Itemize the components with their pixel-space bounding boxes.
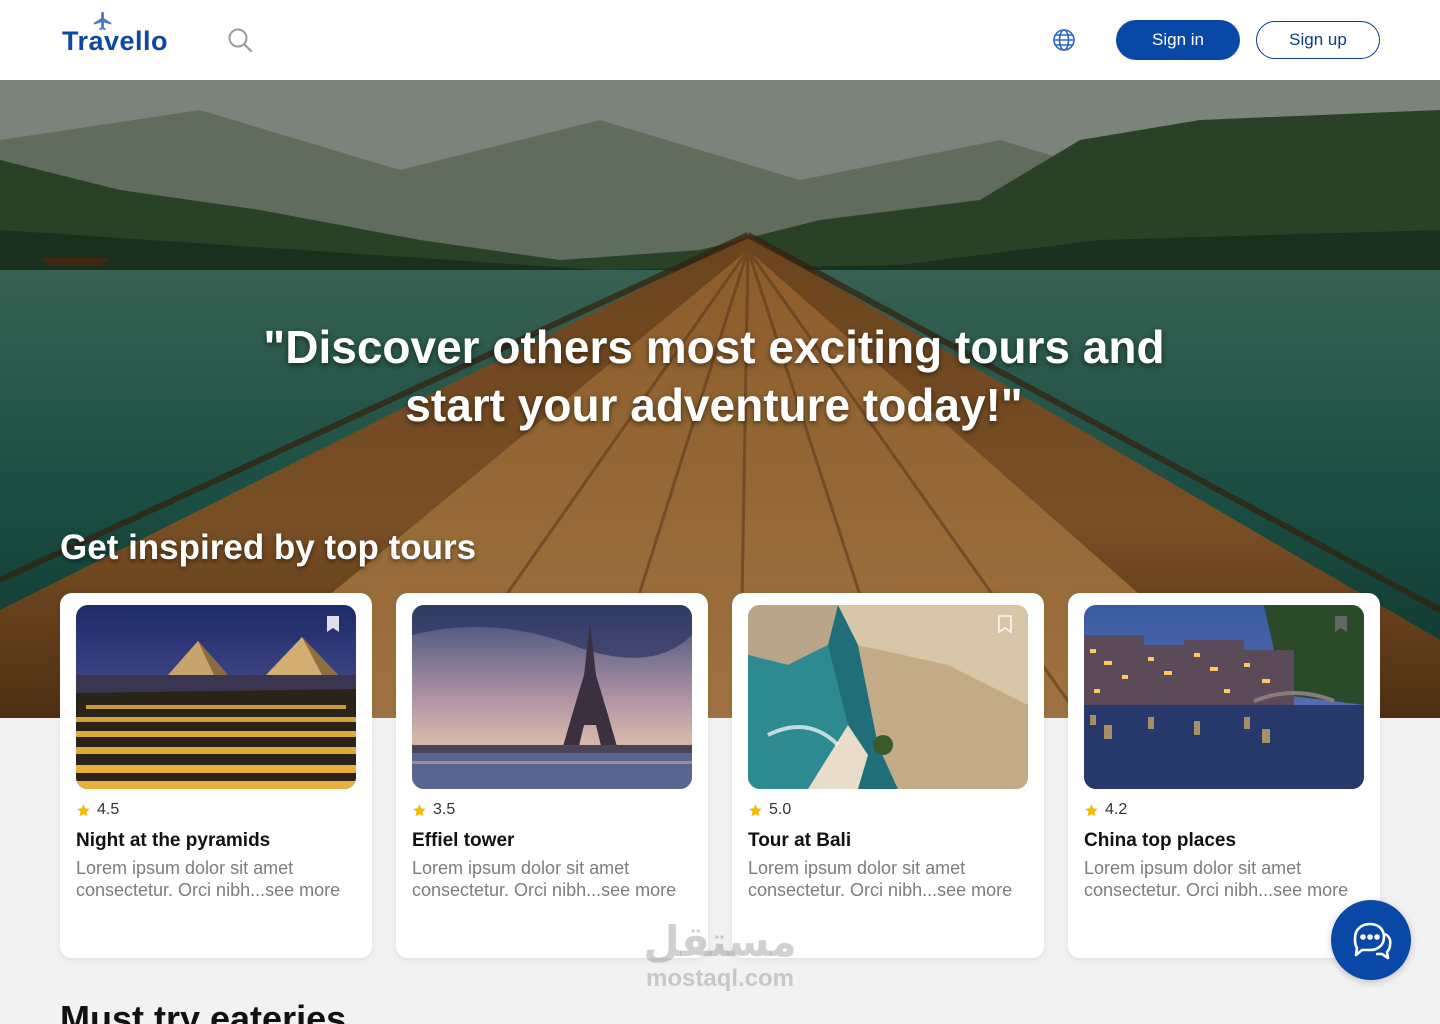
- bookmark-icon[interactable]: [326, 615, 340, 633]
- tour-card[interactable]: 4.5 Night at the pyramids Lorem ipsum do…: [60, 593, 372, 958]
- chat-button[interactable]: [1331, 900, 1411, 980]
- star-icon: [77, 803, 90, 816]
- hero-quote: "Discover others most exciting tours and…: [200, 318, 1228, 434]
- logo[interactable]: Travello: [62, 11, 182, 58]
- sign-up-button[interactable]: Sign up: [1256, 21, 1380, 59]
- rating-value: 5.0: [769, 801, 792, 818]
- chat-bubbles-icon: [1353, 922, 1392, 960]
- globe-icon[interactable]: [1050, 26, 1078, 54]
- top-tours-list: 4.5 Night at the pyramids Lorem ipsum do…: [60, 593, 1380, 958]
- bookmark-icon[interactable]: [998, 615, 1012, 633]
- star-icon: [749, 803, 762, 816]
- tour-description: Lorem ipsum dolor sit amet consectetur. …: [412, 858, 677, 900]
- tour-image-pyramids: [76, 605, 356, 789]
- watermark-arabic: مستقل: [643, 917, 797, 966]
- rating: 4.2: [1084, 801, 1127, 819]
- watermark: مستقل mostaql.com: [620, 918, 820, 992]
- rating-value: 4.2: [1105, 801, 1128, 818]
- tour-description: Lorem ipsum dolor sit amet consectetur. …: [748, 858, 1013, 900]
- tour-title[interactable]: Tour at Bali: [748, 830, 851, 852]
- watermark-latin: mostaql.com: [645, 965, 795, 992]
- tour-card[interactable]: 5.0 Tour at Bali Lorem ipsum dolor sit a…: [732, 593, 1044, 958]
- rating-value: 3.5: [433, 801, 456, 818]
- tour-title[interactable]: Night at the pyramids: [76, 830, 270, 852]
- star-icon: [1085, 803, 1098, 816]
- rating: 3.5: [412, 801, 455, 819]
- sign-in-button[interactable]: Sign in: [1116, 20, 1240, 60]
- tour-card[interactable]: 3.5 Effiel tower Lorem ipsum dolor sit a…: [396, 593, 708, 958]
- star-icon: [413, 803, 426, 816]
- bookmark-icon[interactable]: [1334, 615, 1348, 633]
- tour-image-bali: [748, 605, 1028, 789]
- search-icon[interactable]: [226, 26, 254, 54]
- top-nav: Travello Sign in Sign up: [0, 0, 1440, 80]
- tour-image-eiffel-tower: [412, 605, 692, 789]
- hero-quote-line-2: start your adventure today!": [405, 379, 1023, 431]
- tour-description: Lorem ipsum dolor sit amet consectetur. …: [76, 858, 341, 900]
- rating: 4.5: [76, 801, 119, 819]
- tour-image-china: [1084, 605, 1364, 789]
- tour-title[interactable]: China top places: [1084, 830, 1236, 852]
- logo-text: Travello: [62, 26, 169, 56]
- tour-description: Lorem ipsum dolor sit amet consectetur. …: [1084, 858, 1349, 900]
- rating-value: 4.5: [97, 801, 120, 818]
- hero-quote-line-1: "Discover others most exciting tours and: [263, 321, 1165, 373]
- tour-title[interactable]: Effiel tower: [412, 830, 514, 852]
- tour-card[interactable]: 4.2 China top places Lorem ipsum dolor s…: [1068, 593, 1380, 958]
- top-tours-heading: Get inspired by top tours: [60, 528, 477, 567]
- eateries-heading: Must try eateries: [60, 998, 347, 1024]
- rating: 5.0: [748, 801, 791, 819]
